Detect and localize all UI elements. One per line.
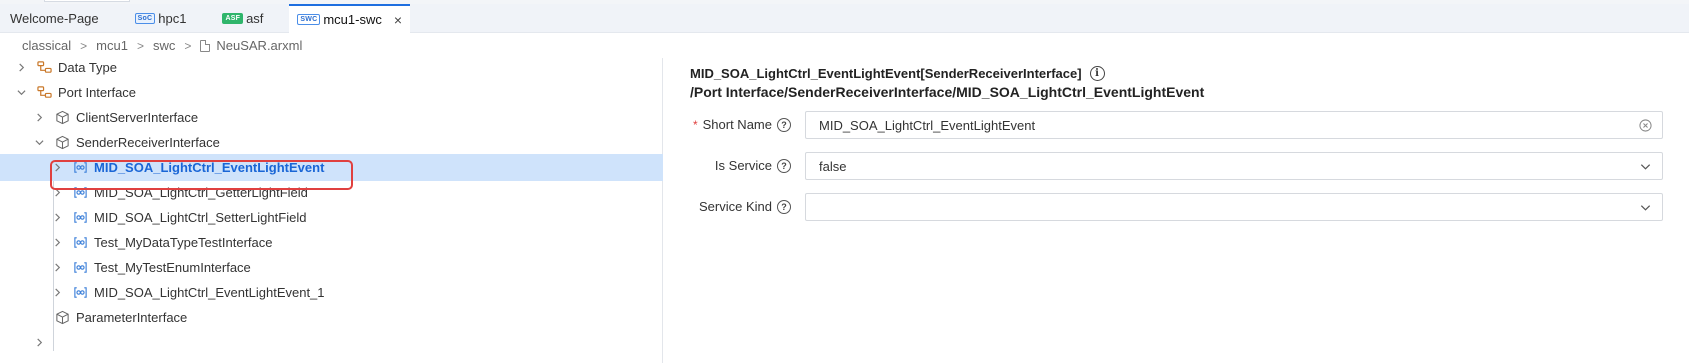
chevron-down-icon[interactable] <box>32 136 46 150</box>
chevron-down-icon[interactable] <box>1638 159 1652 173</box>
chevron-right-icon: > <box>80 38 88 53</box>
tree-item-port-interface[interactable]: Port Interface <box>0 79 663 106</box>
required-marker: * <box>692 117 698 132</box>
chevron-right-icon[interactable] <box>50 286 64 300</box>
chevron-right-icon: > <box>136 38 144 53</box>
chevron-right-icon[interactable] <box>32 111 46 125</box>
short-name-label: * Short Name ? <box>693 117 791 132</box>
tree-item-label: MID_SOA_LightCtrl_SetterLightField <box>94 210 307 225</box>
tab-label: asf <box>246 11 264 26</box>
tab-welcome-page[interactable]: Welcome-Page <box>0 4 109 33</box>
tree-item-label: ClientServerInterface <box>76 110 199 125</box>
chevron-right-icon[interactable] <box>50 161 64 175</box>
tree-item-mid-soa-lightctrl-eventlightevent-1[interactable]: MID_SOA_LightCtrl_EventLightEvent_1 <box>0 279 663 306</box>
short-name-value: MID_SOA_LightCtrl_EventLightEvent <box>819 117 1036 133</box>
service-kind-label: Service Kind ? <box>699 199 791 214</box>
interface-icon <box>72 285 88 301</box>
tab-hpc1[interactable]: SoC hpc1 <box>109 4 197 33</box>
clear-icon[interactable] <box>1638 118 1652 132</box>
close-icon[interactable]: × <box>394 12 402 28</box>
editor-tab-bar: Welcome-Page SoC hpc1 ASF asf SWC mcu1-s… <box>0 4 1689 33</box>
chevron-right-icon[interactable] <box>50 186 64 200</box>
interface-icon <box>72 185 88 201</box>
tree-item-label: Data Type <box>58 60 118 75</box>
help-icon[interactable]: ? <box>777 158 791 173</box>
tree-item-label: Port Interface <box>58 85 137 100</box>
tree-item-mid-soa-lightctrl-getterlightfield[interactable]: MID_SOA_LightCtrl_GetterLightField <box>0 179 663 206</box>
model-tree: Data Type Port Interface ClientServerInt… <box>0 58 663 363</box>
breadcrumb-item[interactable]: classical <box>22 38 71 53</box>
detail-title-text: MID_SOA_LightCtrl_EventLightEvent[Sender… <box>690 66 1082 81</box>
breadcrumb-item[interactable]: mcu1 <box>96 38 128 53</box>
tree-item-label: Test_MyDataTypeTestInterface <box>94 235 273 250</box>
interface-icon <box>72 210 88 226</box>
tree-item-sender-receiver-interface[interactable]: SenderReceiverInterface <box>0 129 663 156</box>
is-service-label-text: Is Service <box>714 158 772 173</box>
tree-item-label: SenderReceiverInterface <box>76 135 220 150</box>
short-name-label-text: Short Name <box>702 117 772 132</box>
chevron-right-icon: > <box>184 38 192 53</box>
tab-mcu1-swc[interactable]: SWC mcu1-swc × <box>289 4 411 33</box>
chevron-right-icon[interactable] <box>50 211 64 225</box>
swc-badge-icon: SWC <box>297 14 321 25</box>
service-kind-label-text: Service Kind <box>699 199 772 214</box>
breadcrumb-item[interactable]: swc <box>153 38 175 53</box>
tab-label: mcu1-swc <box>323 12 382 27</box>
tree-node-icon <box>36 85 52 101</box>
tree-item-label: MID_SOA_LightCtrl_GetterLightField <box>94 185 308 200</box>
is-service-value: false <box>819 158 847 174</box>
tree-item-data-type[interactable]: Data Type <box>0 54 663 81</box>
help-icon[interactable]: ? <box>777 117 791 132</box>
tree-item-client-server-interface[interactable]: ClientServerInterface <box>0 104 663 131</box>
tree-item-label: MID_SOA_LightCtrl_EventLightEvent <box>94 160 325 175</box>
is-service-label: Is Service ? <box>715 158 791 173</box>
tab-label: Welcome-Page <box>10 11 99 26</box>
tree-item-label: MID_SOA_LightCtrl_EventLightEvent_1 <box>94 285 325 300</box>
cube-icon <box>54 135 70 151</box>
chevron-right-icon[interactable] <box>50 236 64 250</box>
detail-path: /Port Interface/SenderReceiverInterface/… <box>690 84 1205 100</box>
service-kind-select[interactable] <box>805 193 1663 221</box>
chevron-down-icon[interactable] <box>14 86 28 100</box>
chevron-right-icon[interactable] <box>14 61 28 75</box>
help-icon[interactable]: ? <box>777 199 791 214</box>
detail-title: MID_SOA_LightCtrl_EventLightEvent[Sender… <box>690 66 1105 81</box>
interface-icon <box>72 235 88 251</box>
interface-icon <box>72 160 88 176</box>
interface-icon <box>72 260 88 276</box>
chevron-right-icon[interactable] <box>50 261 64 275</box>
tree-item-label: Test_MyTestEnumInterface <box>94 260 251 275</box>
tree-item-parameter-interface[interactable]: ParameterInterface <box>0 304 663 331</box>
file-icon <box>200 39 211 52</box>
tree-item-label: ParameterInterface <box>76 310 188 325</box>
tree-item-partial <box>0 329 663 356</box>
tree-item-test-mydatatypetestinterface[interactable]: Test_MyDataTypeTestInterface <box>0 229 663 256</box>
is-service-select[interactable]: false <box>805 152 1663 180</box>
tree-item-test-mytestenuminterface[interactable]: Test_MyTestEnumInterface <box>0 254 663 281</box>
cube-icon <box>54 310 70 326</box>
top-notch <box>44 0 130 2</box>
info-icon[interactable]: i <box>1089 66 1105 81</box>
asf-badge-icon: ASF <box>222 13 244 24</box>
soc-badge-icon: SoC <box>134 13 156 24</box>
tree-node-icon <box>36 60 52 76</box>
short-name-input[interactable]: MID_SOA_LightCtrl_EventLightEvent <box>805 111 1663 139</box>
chevron-down-icon[interactable] <box>1638 200 1652 214</box>
tab-label: hpc1 <box>158 11 187 26</box>
chevron-right-icon[interactable] <box>32 336 46 350</box>
breadcrumb-item[interactable]: NeuSAR.arxml <box>216 38 302 53</box>
tree-item-mid-soa-lightctrl-setterlightfield[interactable]: MID_SOA_LightCtrl_SetterLightField <box>0 204 663 231</box>
cube-icon <box>54 110 70 126</box>
tab-asf[interactable]: ASF asf <box>196 4 273 33</box>
tree-item-mid-soa-lightctrl-eventlightevent[interactable]: MID_SOA_LightCtrl_EventLightEvent <box>0 154 663 181</box>
detail-panel: MID_SOA_LightCtrl_EventLightEvent[Sender… <box>664 58 1689 363</box>
